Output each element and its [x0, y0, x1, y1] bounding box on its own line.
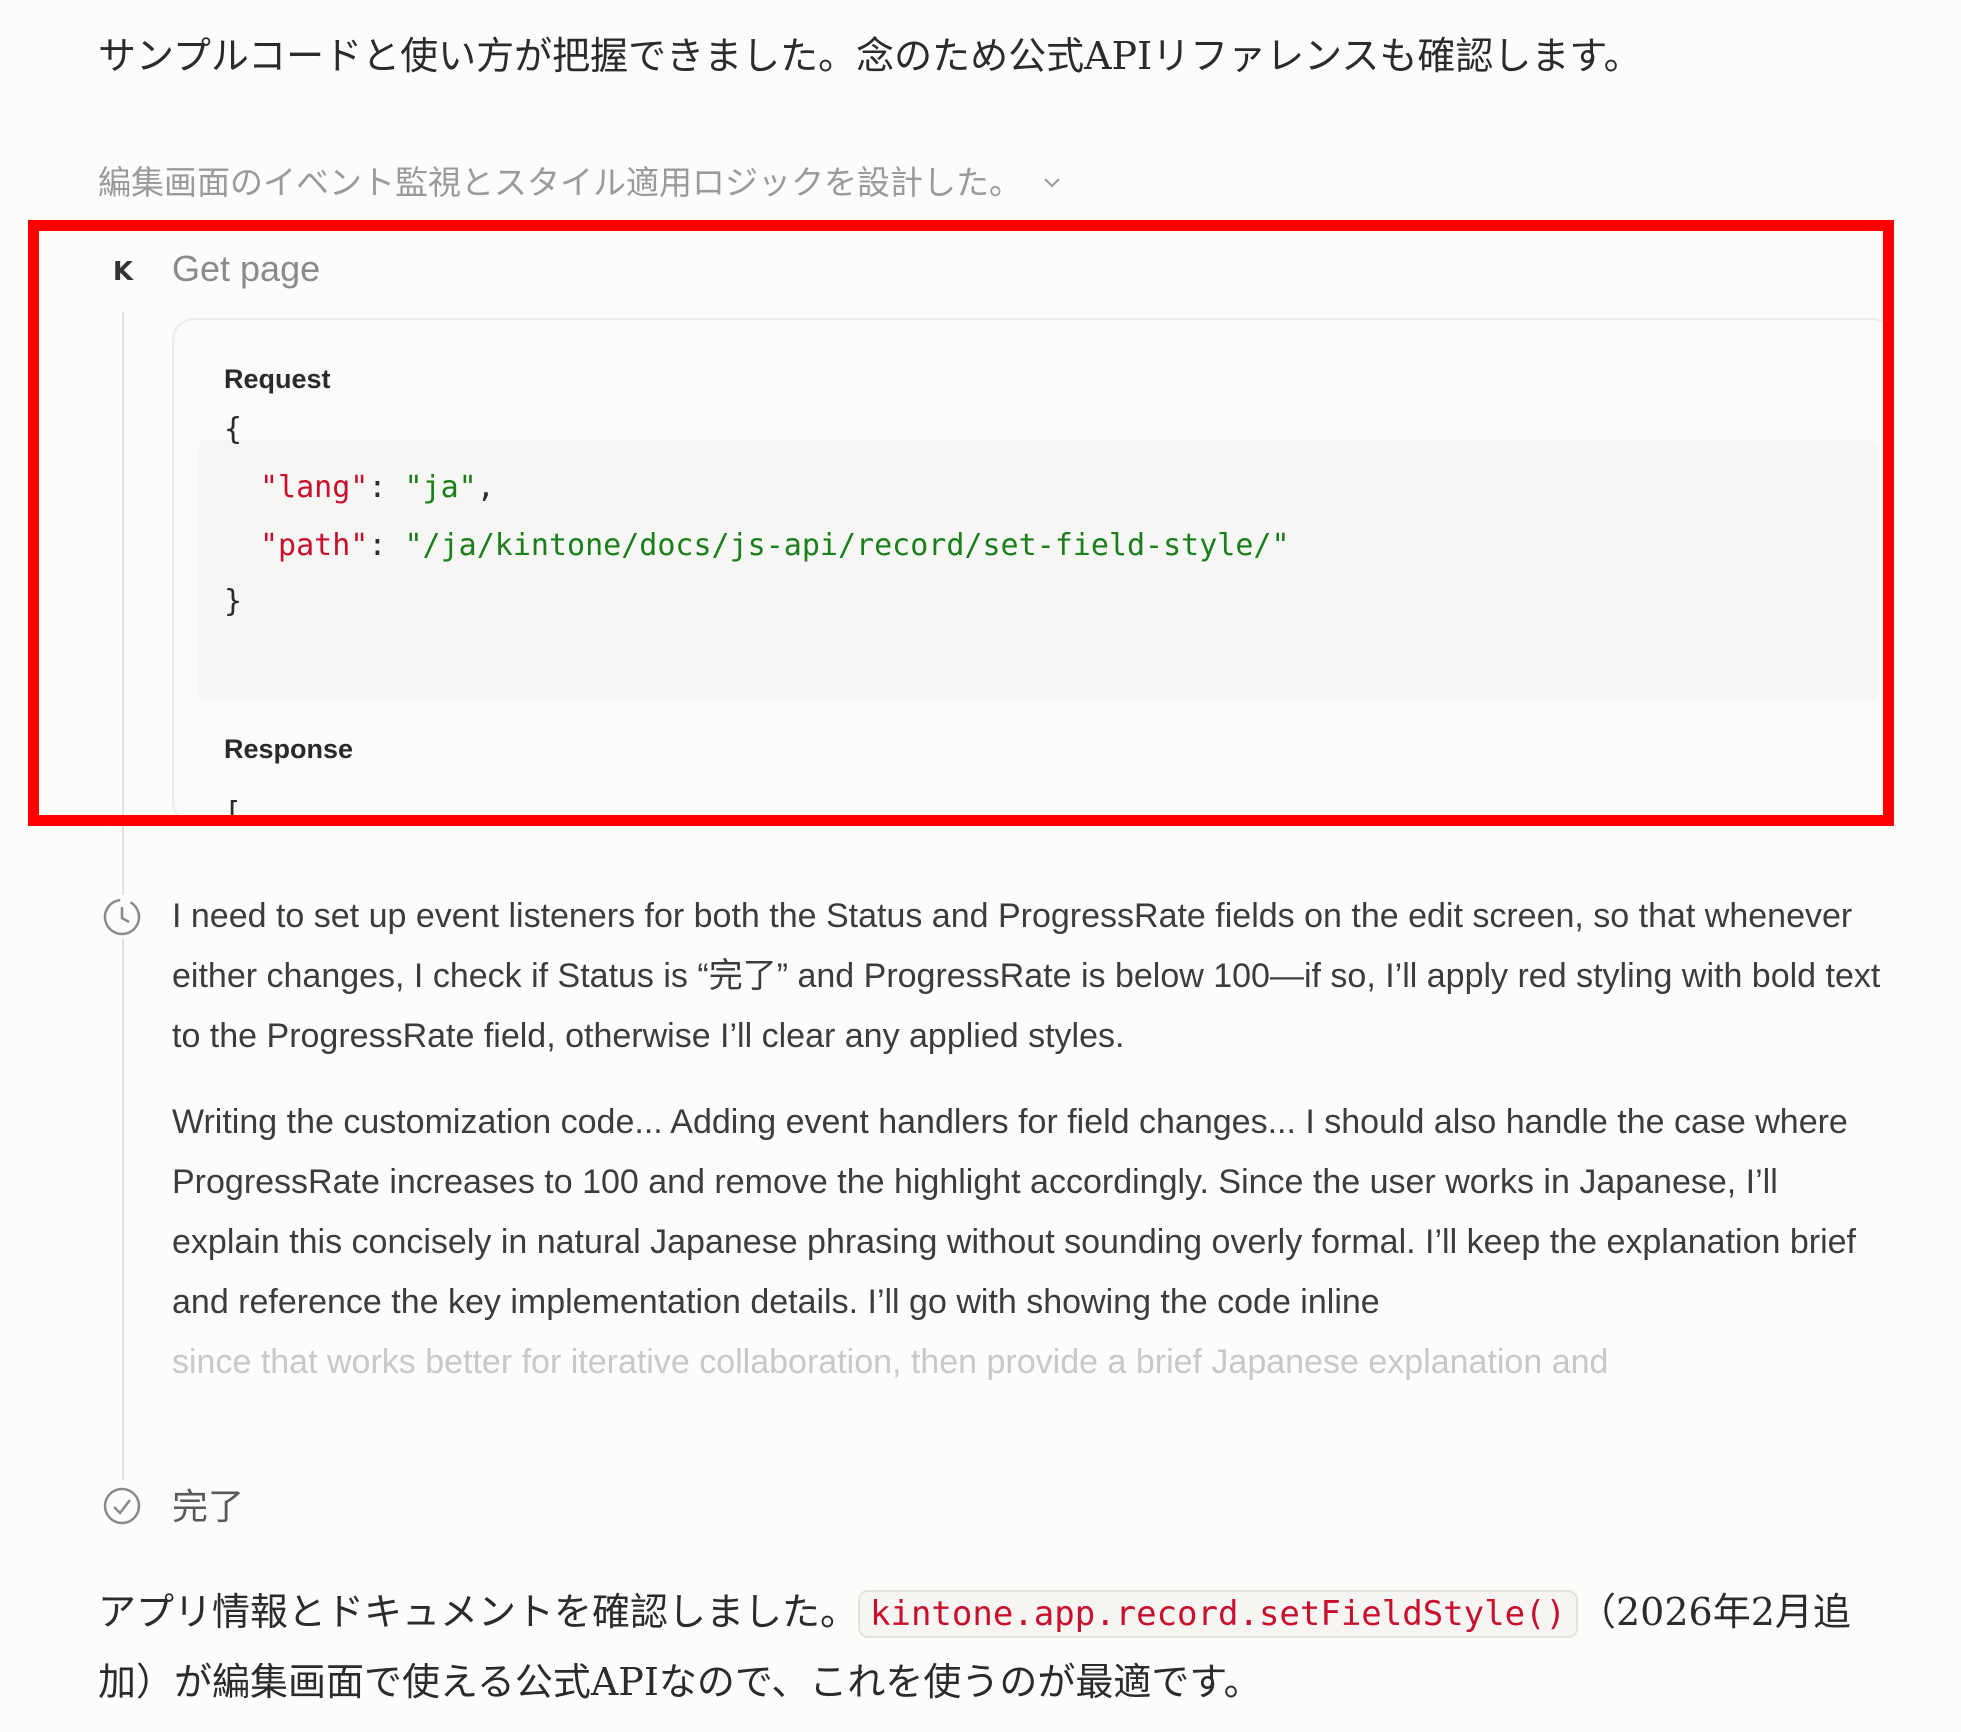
thinking-summary-label: 編集画面のイベント監視とスタイル適用ロジックを設計した。 [98, 163, 1022, 202]
request-lang-value: "ja" [404, 470, 477, 505]
request-path-key: "path" [260, 528, 369, 563]
request-close-brace: } [224, 584, 243, 619]
request-lang-key: "lang" [260, 470, 369, 505]
request-path-value: "/ja/kintone/docs/js-api/record/set-fiel… [404, 528, 1290, 563]
inline-code: kintone.app.record.setFieldStyle() [858, 1590, 1578, 1638]
intro-text: サンプルコードと使い方が把握できました。念のため公式APIリファレンスも確認しま… [98, 34, 1642, 78]
final-text-before: アプリ情報とドキュメントを確認しました。 [98, 1590, 859, 1634]
thinking-text: I need to set up event listeners for bot… [172, 886, 1892, 1418]
request-path-line: "path": "/ja/kintone/docs/js-api/record/… [260, 528, 1290, 563]
thinking-faded-line: since that works better for iterative co… [172, 1343, 1609, 1381]
thinking-paragraph-2: Writing the customization code... Adding… [172, 1103, 1856, 1321]
tool-call-card: Request { "lang": "ja", "path": "/ja/kin… [172, 318, 1894, 824]
thinking-paragraph-1: I need to set up event listeners for bot… [172, 897, 1881, 1055]
clock-icon [100, 895, 144, 939]
done-label: 完了 [172, 1487, 245, 1528]
request-lang-line: "lang": "ja", [260, 470, 495, 505]
response-label: Response [224, 734, 354, 764]
kintone-tool-icon: K [108, 254, 138, 290]
request-label: Request [224, 364, 331, 394]
tool-call-title[interactable]: Get page [172, 248, 320, 290]
final-answer-text: アプリ情報とドキュメントを確認しました。 kintone.app.record.s… [98, 1578, 1878, 1716]
chevron-down-icon [1044, 178, 1060, 188]
request-open-brace: { [224, 412, 243, 447]
check-circle-icon [100, 1484, 144, 1528]
response-peek: [ [224, 796, 243, 824]
thinking-summary-toggle[interactable]: 編集画面のイベント監視とスタイル適用ロジックを設計した。 [98, 152, 1064, 208]
